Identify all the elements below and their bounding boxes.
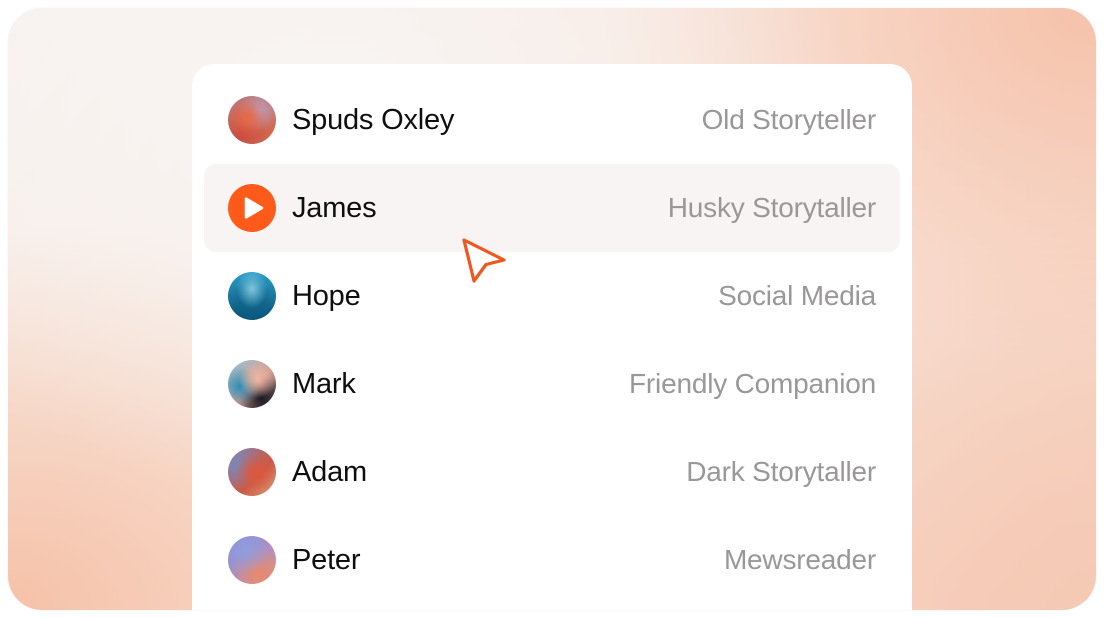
voice-description: Husky Storytaller (667, 192, 876, 223)
voice-description: Old Storyteller (701, 104, 877, 135)
voice-name: Hope (292, 279, 361, 312)
voice-name: James (292, 191, 377, 224)
voice-list-card: Spuds Oxley Old Storyteller James Husky … (192, 64, 912, 610)
voice-row-james[interactable]: James Husky Storytaller (204, 164, 900, 252)
voice-row-mark[interactable]: Mark Friendly Companion (204, 340, 900, 428)
voice-avatar (228, 448, 276, 496)
voice-row-spuds-oxley[interactable]: Spuds Oxley Old Storyteller (204, 76, 900, 164)
voice-avatar (228, 536, 276, 584)
voice-avatar (228, 360, 276, 408)
voice-description: Mewsreader (723, 544, 876, 575)
mouse-pointer-icon (462, 238, 506, 283)
voice-avatar (228, 96, 276, 144)
voice-avatar (228, 272, 276, 320)
voice-row-peter[interactable]: Peter Mewsreader (204, 516, 900, 604)
voice-name: Peter (292, 543, 361, 576)
voice-name: Spuds Oxley (292, 103, 455, 136)
voice-description: Dark Storytaller (686, 456, 876, 487)
voice-row-adam[interactable]: Adam Dark Storytaller (204, 428, 900, 516)
voice-row-hope[interactable]: Hope Social Media (204, 252, 900, 340)
voice-description: Social Media (718, 280, 876, 311)
voice-list: Spuds Oxley Old Storyteller James Husky … (204, 76, 900, 604)
play-icon (244, 197, 264, 219)
voice-name: Adam (292, 455, 367, 488)
voice-description: Friendly Companion (629, 368, 876, 399)
background-frame: Spuds Oxley Old Storyteller James Husky … (8, 8, 1096, 610)
play-button[interactable] (228, 184, 276, 232)
voice-name: Mark (292, 367, 356, 400)
